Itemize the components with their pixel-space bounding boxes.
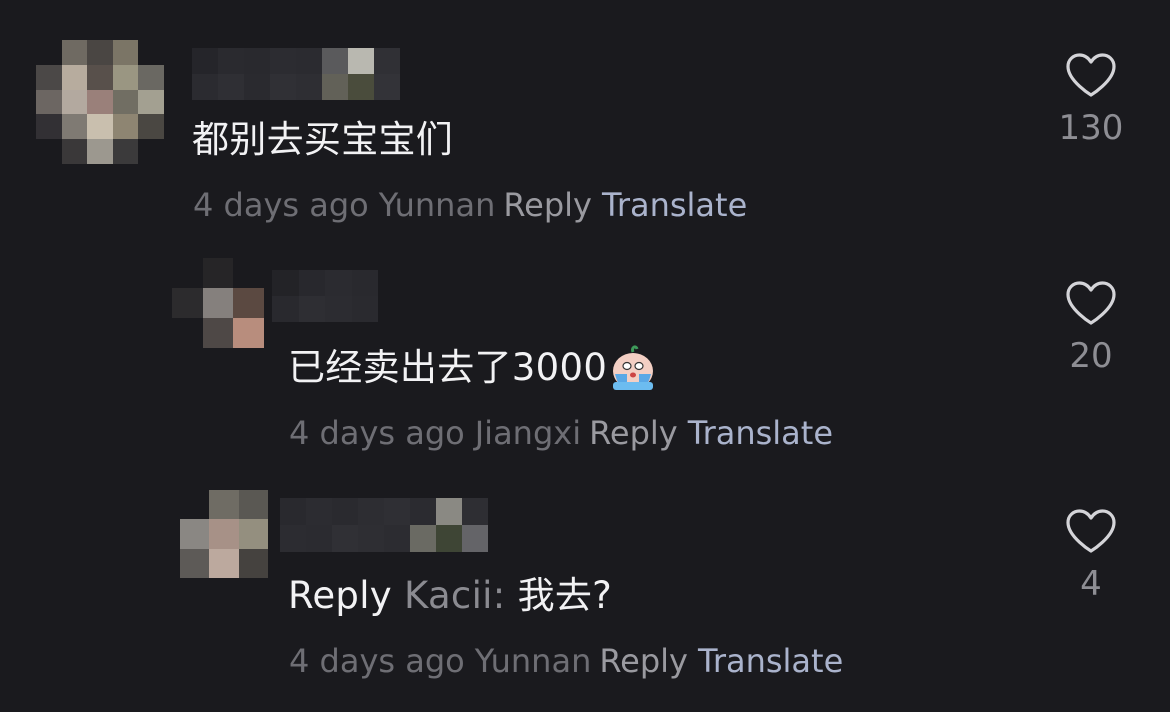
heart-outline-icon <box>1066 53 1116 97</box>
like-button[interactable]: 4 <box>1036 508 1146 606</box>
location: Yunnan <box>378 186 496 224</box>
reply-button[interactable]: Reply <box>503 186 592 224</box>
avatar[interactable] <box>36 40 164 164</box>
avatar[interactable] <box>172 258 264 348</box>
comment-body: 都别去买宝宝们 <box>192 118 454 161</box>
reply-item: Reply Kacii: 我去? 4 days ago Yunnan Reply Tr… <box>0 470 1170 712</box>
reply-item: 已经卖出去了3000 4 days ago Jiangxi Reply Transla… <box>0 240 1170 470</box>
username-redacted[interactable] <box>272 270 378 322</box>
translate-button[interactable]: Translate <box>688 414 833 452</box>
comment-meta: 4 days ago Yunnan Reply Translate <box>289 639 843 683</box>
timestamp: 4 days ago <box>289 414 465 452</box>
timestamp: 4 days ago <box>289 642 465 680</box>
location: Yunnan <box>474 642 592 680</box>
translate-button[interactable]: Translate <box>602 186 747 224</box>
heart-outline-icon <box>1066 281 1116 325</box>
comment-item: 都别去买宝宝们 4 days ago Yunnan Reply Translate 1… <box>0 0 1170 240</box>
comment-text: 都别去买宝宝们 <box>192 116 453 164</box>
comment-text: 已经卖出去了3000 <box>288 344 661 392</box>
username-redacted[interactable] <box>192 48 400 100</box>
comment-body: 我去? <box>517 574 613 617</box>
comment-meta: 4 days ago Jiangxi Reply Translate <box>289 411 833 455</box>
reply-button[interactable]: Reply <box>599 642 688 680</box>
like-count: 130 <box>1058 108 1124 148</box>
reply-button[interactable]: Reply <box>589 414 678 452</box>
like-count: 20 <box>1069 336 1113 376</box>
username-redacted[interactable] <box>280 498 488 552</box>
comment-text: Reply Kacii: 我去? <box>288 572 612 620</box>
comment-meta: 4 days ago Yunnan Reply Translate <box>193 183 747 227</box>
comment-body: 已经卖出去了3000 <box>288 346 608 389</box>
timestamp: 4 days ago <box>193 186 369 224</box>
avatar[interactable] <box>180 490 268 578</box>
like-button[interactable]: 20 <box>1036 280 1146 378</box>
like-button[interactable]: 130 <box>1036 52 1146 150</box>
mention-username[interactable]: Kacii: <box>404 574 505 617</box>
crying-face-emoji <box>613 345 654 390</box>
reply-prefix: Reply <box>288 574 392 617</box>
heart-outline-icon <box>1066 509 1116 553</box>
translate-button[interactable]: Translate <box>698 642 843 680</box>
like-count: 4 <box>1080 564 1102 604</box>
comment-thread: 都别去买宝宝们 4 days ago Yunnan Reply Translate 1… <box>0 0 1170 712</box>
location: Jiangxi <box>474 414 582 452</box>
